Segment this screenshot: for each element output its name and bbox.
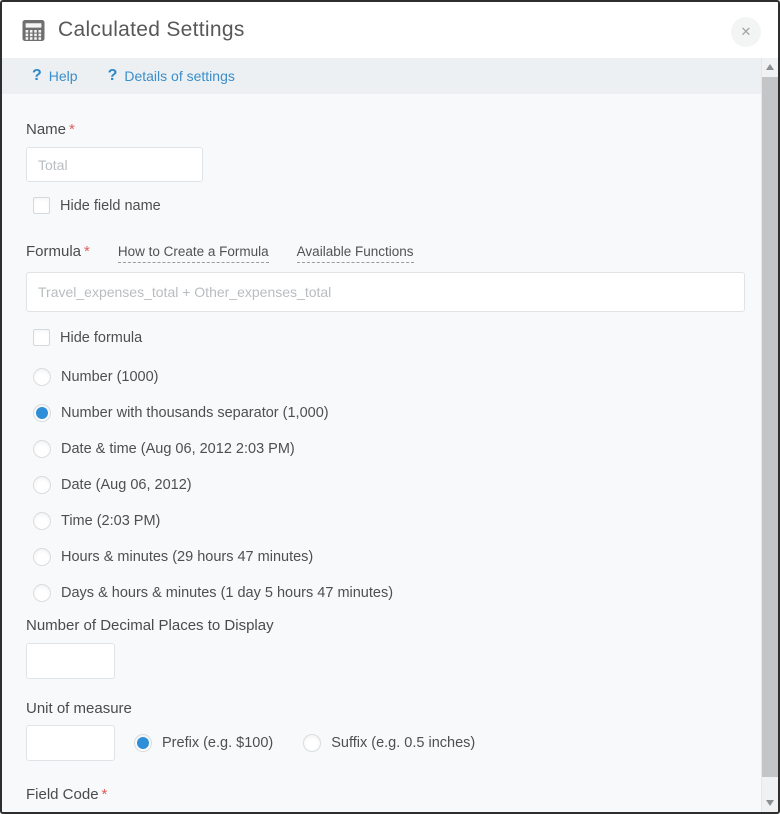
field-code-label: Field Code*	[26, 786, 738, 803]
radio-icon	[303, 734, 321, 752]
format-option-time[interactable]: Time (2:03 PM)	[33, 512, 738, 530]
calculator-icon	[22, 19, 45, 42]
field-code-value: Total	[26, 812, 57, 813]
arrow-up-icon	[766, 64, 774, 70]
format-option-date[interactable]: Date (Aug 06, 2012)	[33, 476, 738, 494]
radio-icon	[33, 440, 51, 458]
scroll-up-button[interactable]	[762, 58, 778, 75]
decimal-places-label: Number of Decimal Places to Display	[26, 617, 738, 634]
available-functions-link[interactable]: Available Functions	[297, 244, 414, 263]
unit-of-measure-row: Prefix (e.g. $100) Suffix (e.g. 0.5 inch…	[26, 725, 738, 761]
required-mark: *	[102, 786, 108, 803]
help-bar: ? Help ? Details of settings	[2, 58, 778, 94]
arrow-down-icon	[766, 800, 774, 806]
scroll-down-button[interactable]	[762, 794, 778, 811]
format-option-date-time[interactable]: Date & time (Aug 06, 2012 2:03 PM)	[33, 440, 738, 458]
required-mark: *	[69, 121, 75, 138]
format-option-number[interactable]: Number (1000)	[33, 368, 738, 386]
dialog-header: Calculated Settings ✕	[2, 2, 778, 58]
required-mark: *	[84, 243, 90, 260]
name-input[interactable]	[26, 147, 203, 182]
format-option-hours-minutes[interactable]: Hours & minutes (29 hours 47 minutes)	[33, 548, 738, 566]
vertical-scrollbar	[761, 58, 778, 812]
settings-form: Name* Hide field name Formula* How to Cr…	[2, 94, 778, 812]
help-link-label: Help	[49, 68, 78, 84]
format-option-thousands-separator[interactable]: Number with thousands separator (1,000)	[33, 404, 738, 422]
details-of-settings-link[interactable]: ? Details of settings	[108, 67, 235, 85]
formula-input[interactable]	[26, 272, 745, 312]
radio-icon	[33, 584, 51, 602]
close-button[interactable]: ✕	[731, 17, 761, 47]
hide-formula-checkbox[interactable]: Hide formula	[33, 329, 738, 346]
hide-formula-label: Hide formula	[60, 330, 142, 346]
radio-icon	[33, 368, 51, 386]
dialog-title: Calculated Settings	[58, 18, 245, 42]
name-label: Name*	[26, 121, 738, 138]
details-link-label: Details of settings	[124, 68, 235, 84]
help-link[interactable]: ? Help	[32, 67, 78, 85]
edit-pencil-icon[interactable]	[64, 810, 83, 812]
formula-label: Formula*	[26, 243, 90, 260]
display-format-options: Number (1000) Number with thousands sepa…	[26, 368, 738, 602]
field-code-row: Total	[26, 810, 738, 812]
calculated-settings-dialog: Calculated Settings ✕ ? Help ? Details o…	[0, 0, 780, 814]
question-icon: ?	[32, 67, 42, 85]
hide-field-name-label: Hide field name	[60, 198, 161, 214]
unit-option-prefix[interactable]: Prefix (e.g. $100)	[134, 734, 273, 752]
how-to-create-formula-link[interactable]: How to Create a Formula	[118, 244, 269, 263]
radio-icon	[33, 476, 51, 494]
scrollbar-thumb[interactable]	[762, 77, 778, 777]
radio-icon	[33, 548, 51, 566]
checkbox-icon	[33, 329, 50, 346]
unit-of-measure-input[interactable]	[26, 725, 115, 761]
close-icon: ✕	[741, 24, 752, 39]
radio-icon	[33, 404, 51, 422]
hide-field-name-checkbox[interactable]: Hide field name	[33, 197, 738, 214]
unit-option-suffix[interactable]: Suffix (e.g. 0.5 inches)	[303, 734, 475, 752]
decimal-places-input[interactable]	[26, 643, 115, 679]
format-option-days-hours-minutes[interactable]: Days & hours & minutes (1 day 5 hours 47…	[33, 584, 738, 602]
formula-label-row: Formula* How to Create a Formula Availab…	[26, 243, 738, 263]
question-icon: ?	[108, 67, 118, 85]
radio-icon	[33, 512, 51, 530]
radio-icon	[134, 734, 152, 752]
unit-of-measure-label: Unit of measure	[26, 700, 738, 717]
checkbox-icon	[33, 197, 50, 214]
